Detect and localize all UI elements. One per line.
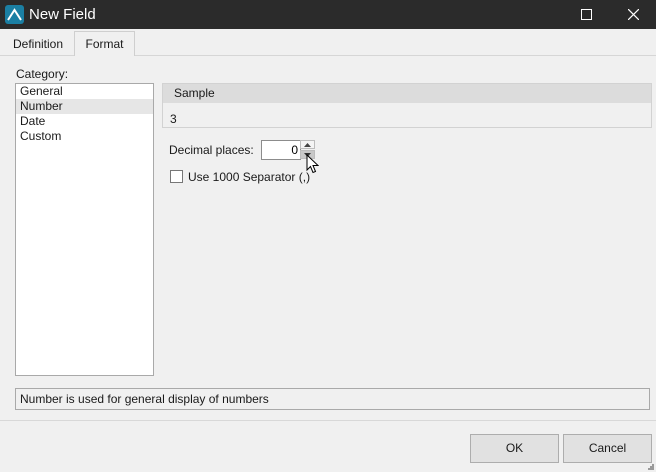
thousand-separator-checkbox[interactable] (170, 170, 183, 183)
tab-format[interactable]: Format (74, 31, 135, 56)
footer-divider (0, 420, 656, 421)
close-icon (627, 9, 639, 20)
category-item-custom[interactable]: Custom (16, 129, 153, 144)
maximize-button[interactable] (563, 0, 609, 29)
category-item-date[interactable]: Date (16, 114, 153, 129)
category-item-general[interactable]: General (16, 84, 153, 99)
window-title: New Field (29, 6, 96, 23)
category-label: Category: (16, 67, 69, 81)
format-description: Number is used for general display of nu… (15, 388, 650, 410)
sample-header: Sample (163, 84, 651, 103)
arrow-up-icon (304, 142, 311, 147)
category-item-number[interactable]: Number (16, 99, 153, 114)
close-button[interactable] (610, 0, 656, 29)
sample-value: 3 (170, 112, 177, 126)
decimal-places-label: Decimal places: (169, 143, 254, 157)
ok-button[interactable]: OK (470, 434, 559, 463)
app-logo-icon (5, 5, 24, 24)
category-list[interactable]: General Number Date Custom (15, 83, 154, 376)
maximize-icon (580, 9, 592, 20)
spin-up-button[interactable] (300, 140, 315, 149)
decimal-places-input[interactable] (261, 140, 301, 160)
mouse-cursor-icon (306, 154, 319, 174)
title-bar: New Field (0, 0, 656, 29)
tab-definition[interactable]: Definition (3, 33, 73, 55)
sample-panel: Sample 3 (162, 83, 652, 128)
resize-grip-icon[interactable] (646, 462, 655, 471)
cancel-button[interactable]: Cancel (563, 434, 652, 463)
thousand-separator-label[interactable]: Use 1000 Separator (,) (188, 170, 310, 184)
